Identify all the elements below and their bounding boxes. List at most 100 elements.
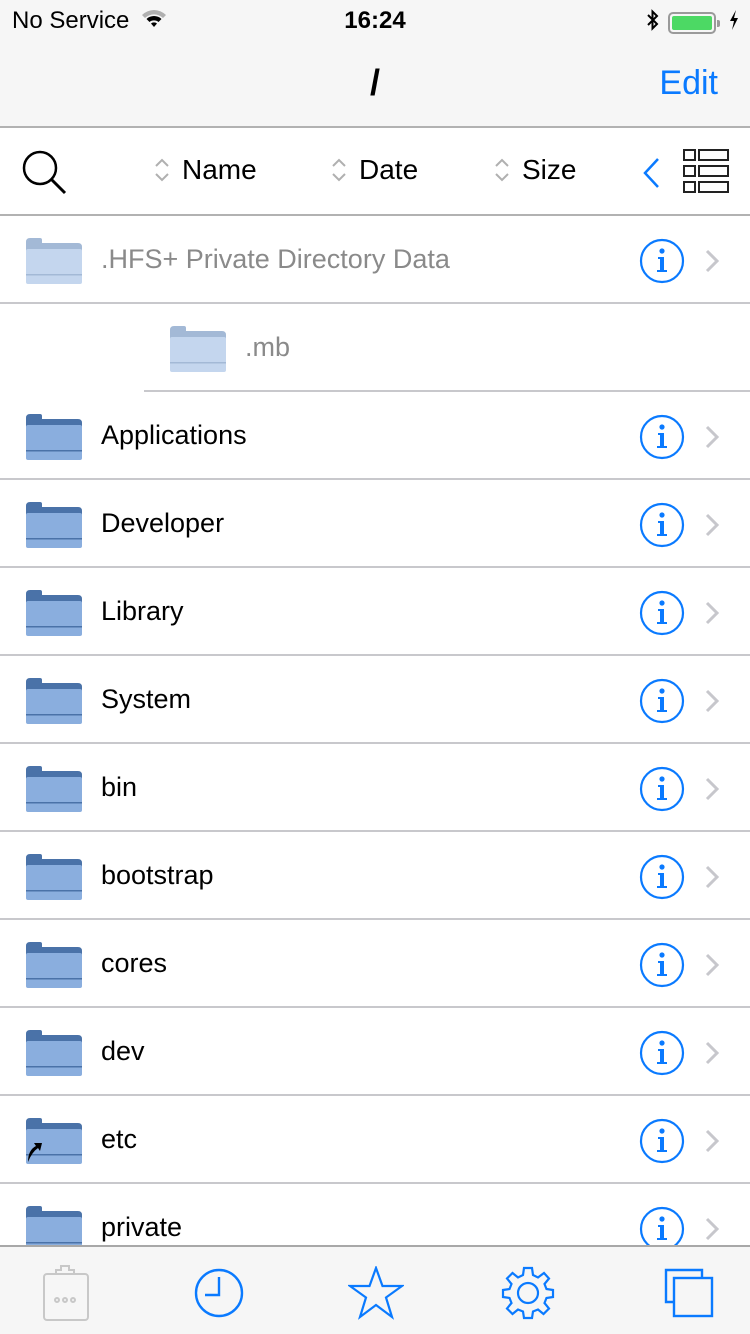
folder-icon [26, 942, 82, 988]
file-row[interactable]: bootstrap [0, 832, 750, 920]
sort-toolbar: Name Date Size [0, 128, 750, 216]
tab-favorites[interactable] [346, 1263, 406, 1323]
info-icon [639, 1206, 685, 1245]
info-icon [639, 766, 685, 812]
sort-arrows-icon [155, 158, 169, 182]
file-name: Developer [101, 508, 225, 538]
file-row[interactable]: bin [0, 744, 750, 832]
clipboard-icon [43, 1265, 89, 1321]
chevron-right-icon [705, 953, 720, 977]
file-row[interactable]: .mb [0, 304, 750, 392]
file-name: dev [101, 1036, 145, 1066]
info-button[interactable] [639, 238, 685, 284]
file-name: bootstrap [101, 860, 214, 890]
clock-icon [194, 1268, 244, 1318]
folder-icon [170, 326, 226, 372]
info-icon [639, 854, 685, 900]
file-name: etc [101, 1124, 138, 1154]
sort-name-label: Name [182, 154, 257, 185]
folder-icon [26, 766, 82, 812]
search-icon [22, 150, 67, 195]
info-button[interactable] [639, 502, 685, 548]
file-row[interactable]: Developer [0, 480, 750, 568]
file-name: .HFS+ Private Directory Data [101, 244, 450, 274]
chevron-right-icon [705, 1041, 720, 1065]
file-row[interactable]: Library [0, 568, 750, 656]
sort-by-size-button[interactable]: Size [494, 154, 576, 186]
chevron-right-icon [705, 425, 720, 449]
sort-arrows-icon [495, 158, 509, 182]
bolt-icon [728, 9, 740, 36]
file-name: private [101, 1212, 183, 1242]
chevron-right-icon [705, 1217, 720, 1241]
info-button[interactable] [639, 590, 685, 636]
info-button[interactable] [639, 678, 685, 724]
tab-clipboard[interactable] [35, 1263, 95, 1323]
folder-symlink-icon [26, 1118, 82, 1164]
sort-arrows-icon [332, 158, 346, 182]
info-icon [639, 502, 685, 548]
info-icon [639, 1118, 685, 1164]
file-name: .mb [245, 332, 291, 362]
chevron-left-icon [643, 158, 659, 188]
folder-icon [26, 414, 82, 460]
file-row[interactable]: Applications [0, 392, 750, 480]
search-button[interactable] [20, 148, 70, 198]
info-button[interactable] [639, 942, 685, 988]
tab-recent[interactable] [189, 1263, 249, 1323]
status-indicators [646, 8, 740, 37]
sort-size-label: Size [522, 154, 577, 185]
folder-icon [26, 1030, 82, 1076]
info-button[interactable] [639, 766, 685, 812]
folder-icon [26, 678, 82, 724]
edit-button[interactable]: Edit [659, 64, 718, 103]
chevron-right-icon [705, 601, 720, 625]
navigation-header: No Service 16:24 / Edit [0, 0, 750, 128]
folder-icon [26, 854, 82, 900]
clock: 16:24 [344, 7, 406, 34]
chevron-right-icon [705, 1129, 720, 1153]
file-list: .HFS+ Private Directory Data .mb Applica… [0, 216, 750, 1245]
list-view-icon [683, 149, 729, 193]
battery-fill [672, 15, 712, 30]
file-row[interactable]: private [0, 1184, 750, 1245]
info-icon [639, 238, 685, 284]
file-name: System [101, 684, 192, 714]
info-icon [639, 678, 685, 724]
collapse-button[interactable] [640, 156, 662, 190]
info-button[interactable] [639, 1118, 685, 1164]
page-title: / [369, 62, 380, 103]
battery-tip [717, 19, 720, 27]
info-icon [639, 414, 685, 460]
info-button[interactable] [639, 1030, 685, 1076]
gear-icon [501, 1266, 555, 1320]
file-row[interactable]: etc [0, 1096, 750, 1184]
info-button[interactable] [639, 1206, 685, 1245]
windows-icon [664, 1268, 714, 1318]
sort-by-name-button[interactable]: Name [154, 154, 257, 186]
battery-indicator [668, 11, 720, 34]
tab-settings[interactable] [498, 1263, 558, 1323]
file-row[interactable]: cores [0, 920, 750, 1008]
info-button[interactable] [639, 854, 685, 900]
chevron-right-icon [705, 689, 720, 713]
file-row[interactable]: .HFS+ Private Directory Data [0, 216, 750, 304]
chevron-right-icon [705, 513, 720, 537]
status-bar: No Service 16:24 [0, 0, 750, 40]
sort-by-date-button[interactable]: Date [331, 154, 418, 186]
file-row[interactable]: System [0, 656, 750, 744]
sort-date-label: Date [359, 154, 419, 185]
file-row[interactable]: dev [0, 1008, 750, 1096]
info-button[interactable] [639, 414, 685, 460]
tab-windows[interactable] [655, 1263, 715, 1323]
star-icon [348, 1266, 404, 1320]
view-mode-button[interactable] [682, 148, 730, 194]
info-icon [639, 590, 685, 636]
file-name: Library [101, 596, 184, 626]
tab-bar [0, 1245, 750, 1334]
file-name: Applications [101, 420, 247, 450]
bluetooth-icon [646, 8, 660, 37]
file-name: cores [101, 948, 168, 978]
folder-icon [26, 502, 82, 548]
chevron-right-icon [705, 777, 720, 801]
